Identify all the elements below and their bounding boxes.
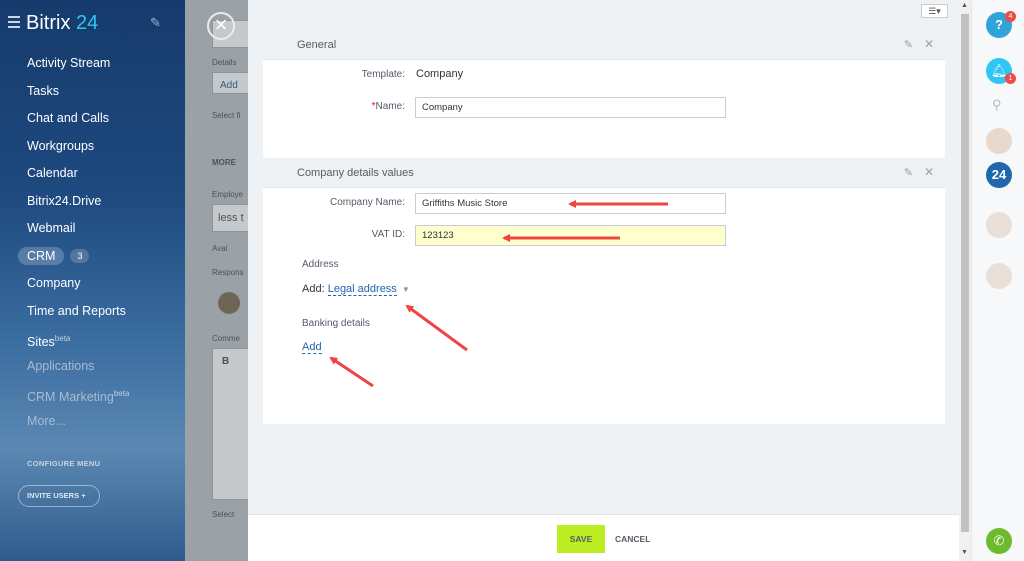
annotation-arrow <box>329 356 374 388</box>
annotation-arrows <box>329 200 668 388</box>
annotation-arrow <box>405 304 468 352</box>
app-window: Bitrix 24 ✎ Activity Stream Tasks Chat a… <box>0 0 1024 561</box>
